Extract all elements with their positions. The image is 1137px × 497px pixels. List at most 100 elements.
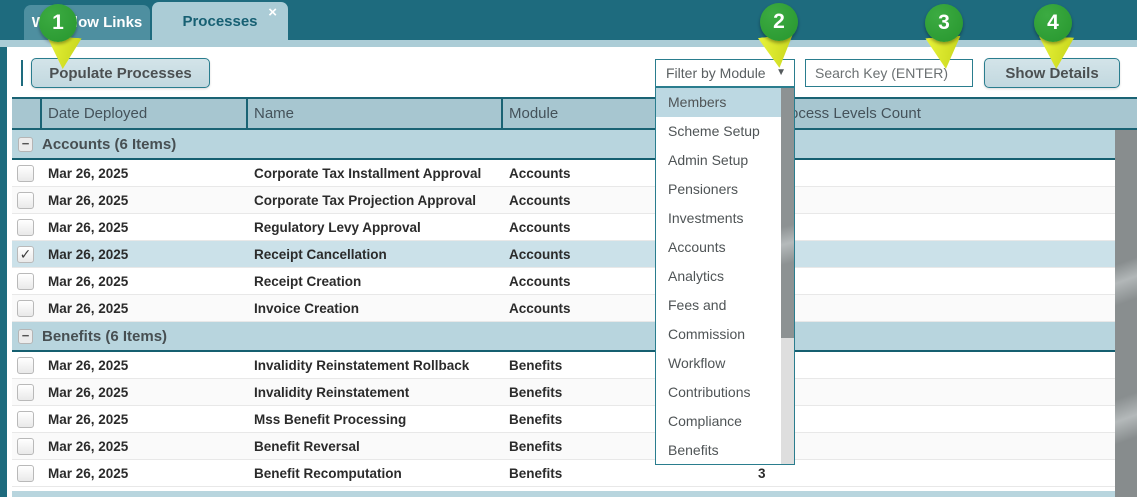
tab-processes-label: Processes — [182, 12, 258, 30]
dropdown-option[interactable]: Contributions — [656, 378, 781, 407]
cell-module: Accounts — [509, 192, 571, 208]
table-row[interactable]: Mar 26, 2025 Invoice Creation Accounts — [12, 295, 1115, 322]
populate-processes-button[interactable]: Populate Processes — [31, 58, 210, 88]
header-divider — [246, 99, 248, 128]
table-row[interactable]: Mar 26, 2025 Receipt Creation Accounts — [12, 268, 1115, 295]
dropdown-option[interactable]: Compliance — [656, 407, 781, 436]
row-checkbox[interactable] — [17, 192, 34, 209]
cell-date-deployed: Mar 26, 2025 — [48, 384, 129, 400]
dropdown-option[interactable]: Fees and Commission — [656, 291, 781, 349]
group-header-row[interactable]: − Accounts (6 Items) — [12, 130, 1115, 160]
cell-module: Benefits — [509, 465, 563, 481]
cell-module: Benefits — [509, 411, 563, 427]
cell-name: Benefit Reversal — [254, 438, 360, 454]
group-label: Accounts (6 Items) — [42, 135, 177, 153]
cell-name: Receipt Cancellation — [254, 246, 387, 262]
collapse-icon[interactable]: − — [18, 136, 33, 152]
collapse-icon[interactable]: − — [18, 328, 33, 344]
row-checkbox[interactable] — [17, 357, 34, 374]
row-checkbox[interactable] — [17, 300, 34, 317]
table-row[interactable]: Mar 26, 2025 Invalidity Reinstatement Be… — [12, 379, 1115, 406]
cell-date-deployed: Mar 26, 2025 — [48, 165, 129, 181]
table-row[interactable]: Mar 26, 2025 Benefit Recomputation Benef… — [12, 460, 1115, 487]
table-row[interactable]: Mar 26, 2025 Invalidity Reinstatement Ro… — [12, 352, 1115, 379]
left-edge-strip — [0, 47, 7, 497]
dropdown-scrollbar-thumb[interactable] — [781, 88, 794, 338]
table-body: − Accounts (6 Items) Mar 26, 2025 Corpor… — [12, 130, 1115, 497]
cell-date-deployed: Mar 26, 2025 — [48, 357, 129, 373]
cell-module: Benefits — [509, 357, 563, 373]
row-checkbox[interactable] — [17, 246, 34, 263]
column-header-name[interactable]: Name — [246, 99, 501, 128]
row-checkbox[interactable] — [17, 165, 34, 182]
column-header-date-deployed[interactable]: Date Deployed — [40, 99, 246, 128]
row-checkbox[interactable] — [17, 438, 34, 455]
cell-name: Invalidity Reinstatement Rollback — [254, 357, 470, 373]
cell-date-deployed: Mar 26, 2025 — [48, 465, 129, 481]
table-row[interactable]: Mar 26, 2025 Corporate Tax Projection Ap… — [12, 187, 1115, 214]
cell-module: Accounts — [509, 300, 571, 316]
filter-by-module-value: Filter by Module — [666, 65, 766, 81]
row-checkbox[interactable] — [17, 411, 34, 428]
processes-window: Workflow Links Processes × Populate Proc… — [0, 0, 1137, 497]
cell-name: Corporate Tax Projection Approval — [254, 192, 477, 208]
column-header-module[interactable]: Module — [501, 99, 661, 128]
cell-name: Mss Benefit Processing — [254, 411, 407, 427]
dropdown-option[interactable]: Admin Setup — [656, 146, 781, 175]
dropdown-option[interactable]: Benefits — [656, 436, 781, 464]
cell-name: Benefit Recomputation — [254, 465, 402, 481]
group-header-row[interactable]: − Benefits (6 Items) — [12, 322, 1115, 352]
cell-module: Benefits — [509, 384, 563, 400]
dropdown-option[interactable]: Pensioners — [656, 175, 781, 204]
dropdown-option[interactable]: Accounts — [656, 233, 781, 262]
cell-name: Corporate Tax Installment Approval — [254, 165, 482, 181]
cell-module: Accounts — [509, 246, 571, 262]
group-label: Benefits (6 Items) — [42, 327, 168, 345]
header-divider — [501, 99, 503, 128]
cell-name: Receipt Creation — [254, 273, 362, 289]
table-row[interactable]: Mar 26, 2025 Mss Benefit Processing Bene… — [12, 406, 1115, 433]
chevron-down-icon[interactable]: ▼ — [776, 67, 786, 78]
cell-name: Invalidity Reinstatement — [254, 384, 410, 400]
vertical-scrollbar[interactable] — [1115, 130, 1137, 497]
filter-by-module-dropdown[interactable]: Filter by Module ▼ — [655, 59, 795, 87]
table-row[interactable]: Mar 26, 2025 Benefit Reversal Benefits — [12, 433, 1115, 460]
toolbar-separator — [21, 60, 23, 86]
annotation-badge-3: 3 — [925, 4, 963, 42]
dropdown-option[interactable]: Members — [656, 88, 781, 117]
tab-bar: Workflow Links Processes × — [0, 0, 1137, 40]
row-checkbox[interactable] — [17, 273, 34, 290]
dropdown-option[interactable]: Scheme Setup — [656, 117, 781, 146]
dropdown-scrollbar-track[interactable] — [781, 88, 794, 464]
cell-date-deployed: Mar 26, 2025 — [48, 300, 129, 316]
cell-module: Accounts — [509, 273, 571, 289]
annotation-badge-1: 1 — [39, 4, 77, 42]
show-details-button[interactable]: Show Details — [984, 58, 1120, 88]
table-header: Date Deployed Name Module Process Levels… — [12, 97, 1137, 130]
tab-processes[interactable]: Processes × — [152, 2, 288, 40]
module-dropdown-options: Members Scheme Setup Admin Setup Pensioners… — [656, 88, 781, 464]
table-row[interactable]: Mar 26, 2025 Corporate Tax Installment A… — [12, 160, 1115, 187]
cell-date-deployed: Mar 26, 2025 — [48, 192, 129, 208]
cell-module: Accounts — [509, 219, 571, 235]
cell-module: Benefits — [509, 438, 563, 454]
annotation-badge-4: 4 — [1034, 4, 1072, 42]
row-checkbox[interactable] — [17, 219, 34, 236]
table-row[interactable]: Mar 26, 2025 Regulatory Levy Approval Ac… — [12, 214, 1115, 241]
cell-name: Regulatory Levy Approval — [254, 219, 421, 235]
cell-module: Accounts — [509, 165, 571, 181]
dropdown-option[interactable]: Workflow — [656, 349, 781, 378]
dropdown-option[interactable]: Investments — [656, 204, 781, 233]
table-row[interactable]: Mar 26, 2025 Receipt Cancellation Accoun… — [12, 241, 1115, 268]
cell-date-deployed: Mar 26, 2025 — [48, 273, 129, 289]
row-checkbox[interactable] — [17, 465, 34, 482]
cell-date-deployed: Mar 26, 2025 — [48, 411, 129, 427]
module-dropdown-list: Members Scheme Setup Admin Setup Pensioners… — [655, 87, 795, 465]
close-icon[interactable]: × — [268, 5, 277, 20]
dropdown-option[interactable]: Analytics — [656, 262, 781, 291]
annotation-badge-2: 2 — [760, 3, 798, 41]
row-checkbox[interactable] — [17, 384, 34, 401]
header-divider — [40, 99, 42, 128]
next-group-header-partial — [12, 491, 1115, 497]
cell-date-deployed: Mar 26, 2025 — [48, 246, 129, 262]
